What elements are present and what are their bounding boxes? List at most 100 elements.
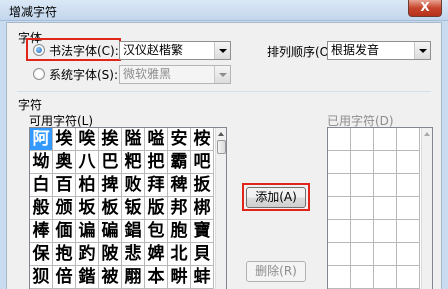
- empty-char-cell[interactable]: [351, 243, 374, 266]
- char-cell[interactable]: 埃: [53, 128, 76, 151]
- char-cell[interactable]: 保: [30, 243, 53, 266]
- char-cell[interactable]: 陂: [99, 243, 122, 266]
- char-cell[interactable]: 婢: [145, 243, 168, 266]
- char-cell[interactable]: 白: [30, 174, 53, 197]
- char-cell[interactable]: 被: [99, 266, 122, 289]
- char-cell[interactable]: 狈: [30, 266, 53, 289]
- sort-order-select[interactable]: 根据发音: [327, 41, 431, 60]
- char-cell[interactable]: 八: [76, 151, 99, 174]
- char-cell[interactable]: 版: [145, 197, 168, 220]
- empty-char-cell[interactable]: [328, 151, 351, 174]
- char-cell[interactable]: 阿: [30, 128, 53, 151]
- char-cell[interactable]: 蚌: [191, 266, 214, 289]
- char-cell[interactable]: 貝: [191, 243, 214, 266]
- char-cell[interactable]: 包: [145, 220, 168, 243]
- scroll-up-icon[interactable]: [218, 132, 224, 136]
- char-cell[interactable]: 拜: [145, 174, 168, 197]
- char-cell[interactable]: 坂: [76, 197, 99, 220]
- empty-char-cell[interactable]: [374, 243, 397, 266]
- char-cell[interactable]: 稗: [168, 174, 191, 197]
- empty-char-cell[interactable]: [397, 128, 420, 151]
- char-cell[interactable]: 本: [145, 266, 168, 289]
- char-cell[interactable]: 鍇: [76, 266, 99, 289]
- chevron-down-icon[interactable]: [414, 42, 430, 59]
- char-cell[interactable]: 坳: [30, 151, 53, 174]
- char-cell[interactable]: 趵: [76, 243, 99, 266]
- char-cell[interactable]: 梆: [191, 197, 214, 220]
- system-font-radio[interactable]: [33, 68, 45, 80]
- char-cell[interactable]: 安: [168, 128, 191, 151]
- available-chars-list[interactable]: 阿埃唉挨隘嗌安桉坳奥八巴粑把霸吧白百柏捭败拜稗扳般颁坂板钣版邦梆棒偭谝碥錩包胞寶…: [29, 127, 227, 289]
- empty-char-cell[interactable]: [351, 220, 374, 243]
- scroll-thumb[interactable]: [217, 140, 226, 154]
- empty-char-cell[interactable]: [328, 220, 351, 243]
- char-cell[interactable]: 隘: [122, 128, 145, 151]
- char-cell[interactable]: 柏: [76, 174, 99, 197]
- char-cell[interactable]: 桉: [191, 128, 214, 151]
- empty-char-cell[interactable]: [328, 174, 351, 197]
- char-cell[interactable]: 板: [99, 197, 122, 220]
- available-scrollbar[interactable]: [215, 128, 226, 289]
- used-scrollbar[interactable]: [421, 128, 432, 289]
- empty-char-cell[interactable]: [328, 197, 351, 220]
- used-chars-list[interactable]: [327, 127, 433, 289]
- char-cell[interactable]: 粑: [122, 151, 145, 174]
- char-cell[interactable]: 钣: [122, 197, 145, 220]
- calligraphy-font-select[interactable]: 汉仪赵楷繁: [119, 41, 231, 60]
- empty-char-cell[interactable]: [374, 266, 397, 289]
- empty-char-cell[interactable]: [397, 243, 420, 266]
- empty-char-cell[interactable]: [351, 197, 374, 220]
- char-cell[interactable]: 吧: [191, 151, 214, 174]
- char-cell[interactable]: 谝: [76, 220, 99, 243]
- scroll-up-icon[interactable]: [424, 132, 430, 136]
- char-cell[interactable]: 胞: [168, 220, 191, 243]
- empty-char-cell[interactable]: [397, 197, 420, 220]
- char-cell[interactable]: 翢: [122, 266, 145, 289]
- remove-button[interactable]: 删除(R): [246, 261, 306, 282]
- char-cell[interactable]: 北: [168, 243, 191, 266]
- char-cell[interactable]: 巴: [99, 151, 122, 174]
- empty-char-cell[interactable]: [351, 151, 374, 174]
- empty-char-cell[interactable]: [328, 128, 351, 151]
- char-cell[interactable]: 悲: [122, 243, 145, 266]
- empty-char-cell[interactable]: [351, 266, 374, 289]
- empty-char-cell[interactable]: [374, 197, 397, 220]
- char-cell[interactable]: 偭: [53, 220, 76, 243]
- empty-char-cell[interactable]: [397, 266, 420, 289]
- chevron-down-icon[interactable]: [214, 42, 230, 59]
- char-cell[interactable]: 唉: [76, 128, 99, 151]
- char-cell[interactable]: 挨: [99, 128, 122, 151]
- char-cell[interactable]: 抱: [53, 243, 76, 266]
- char-cell[interactable]: 百: [53, 174, 76, 197]
- char-cell[interactable]: 棒: [30, 220, 53, 243]
- system-font-select[interactable]: 微软雅黑: [119, 65, 231, 84]
- empty-char-cell[interactable]: [374, 151, 397, 174]
- empty-char-cell[interactable]: [397, 174, 420, 197]
- char-cell[interactable]: 寶: [191, 220, 214, 243]
- empty-char-cell[interactable]: [351, 174, 374, 197]
- char-cell[interactable]: 捭: [99, 174, 122, 197]
- char-cell[interactable]: 把: [145, 151, 168, 174]
- char-cell[interactable]: 奥: [53, 151, 76, 174]
- system-font-label[interactable]: 系统字体(S):: [49, 66, 118, 83]
- char-cell[interactable]: 倍: [53, 266, 76, 289]
- char-cell[interactable]: 邦: [168, 197, 191, 220]
- char-cell[interactable]: 扳: [191, 174, 214, 197]
- add-button[interactable]: 添加(A): [246, 187, 306, 208]
- empty-char-cell[interactable]: [351, 128, 374, 151]
- char-cell[interactable]: 畊: [168, 266, 191, 289]
- char-cell[interactable]: 霸: [168, 151, 191, 174]
- char-cell[interactable]: 錩: [122, 220, 145, 243]
- empty-char-cell[interactable]: [374, 220, 397, 243]
- empty-char-cell[interactable]: [328, 266, 351, 289]
- close-button[interactable]: X: [408, 0, 442, 17]
- char-cell[interactable]: 嗌: [145, 128, 168, 151]
- empty-char-cell[interactable]: [397, 220, 420, 243]
- char-cell[interactable]: 败: [122, 174, 145, 197]
- char-cell[interactable]: 般: [30, 197, 53, 220]
- empty-char-cell[interactable]: [374, 174, 397, 197]
- char-cell[interactable]: 颁: [53, 197, 76, 220]
- empty-char-cell[interactable]: [374, 128, 397, 151]
- empty-char-cell[interactable]: [328, 243, 351, 266]
- empty-char-cell[interactable]: [397, 151, 420, 174]
